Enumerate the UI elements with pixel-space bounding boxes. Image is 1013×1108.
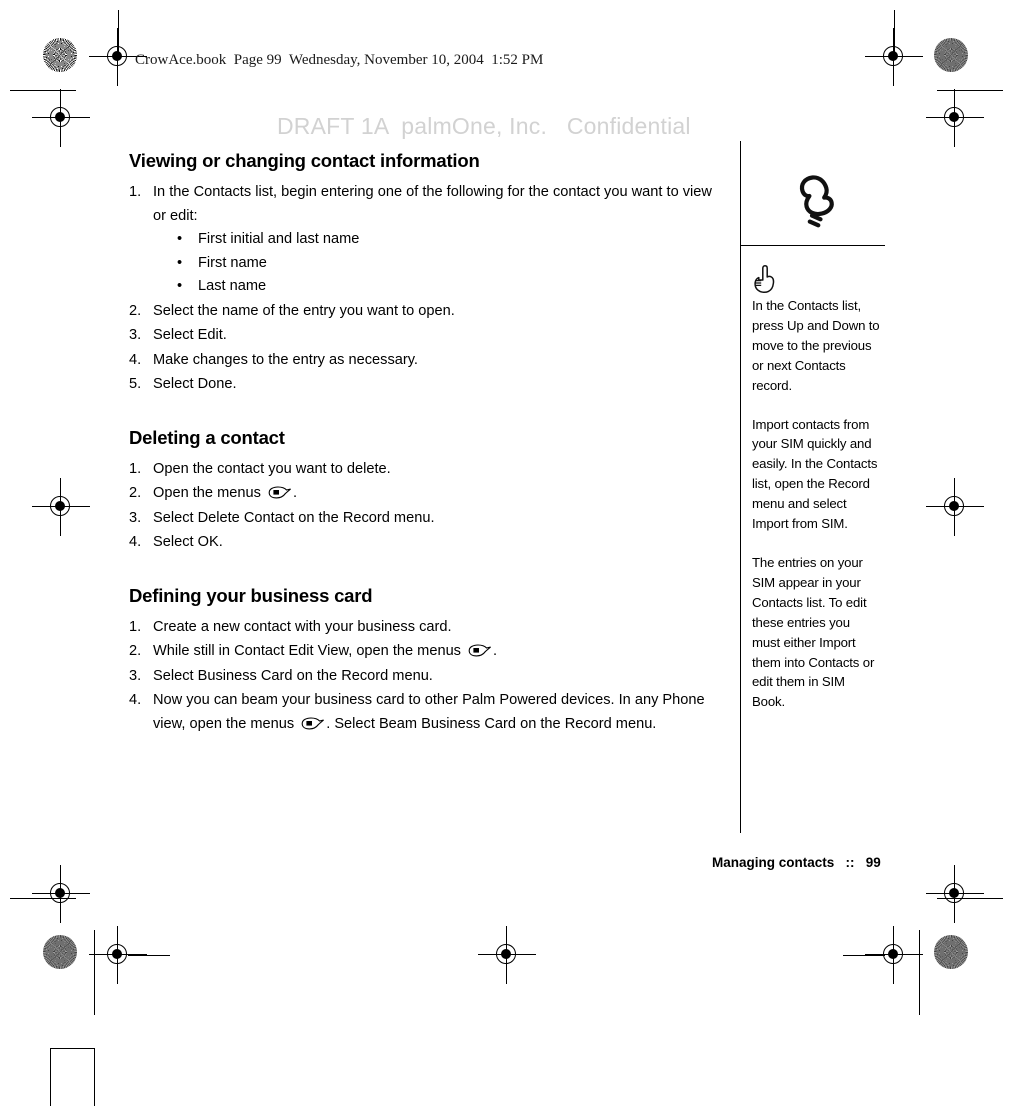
crop-line — [10, 90, 76, 91]
registration-mark — [32, 478, 90, 536]
bullet-text: First name — [198, 254, 267, 271]
pointing-hand-icon — [752, 264, 778, 299]
book-header-line: CrowAce.book Page 99 Wednesday, November… — [135, 52, 544, 68]
registration-mark — [32, 865, 90, 923]
main-content: Viewing or changing contact information … — [129, 150, 719, 737]
step-number: 3. — [129, 509, 142, 526]
crop-line — [894, 10, 895, 55]
list-item: • First initial and last name — [175, 228, 719, 252]
step-text-suffix: . — [493, 643, 498, 659]
menu-icon — [466, 643, 492, 658]
step-text: Select Business Card on the Record menu. — [153, 667, 433, 684]
crop-line — [937, 90, 1003, 91]
steps-list-business-card: 1. Create a new contact with your busines… — [129, 616, 719, 737]
registration-mark — [926, 865, 984, 923]
step-text: Select Edit. — [153, 327, 227, 343]
crop-line — [843, 955, 885, 956]
bullet-icon: • — [177, 254, 183, 271]
list-item: • Last name — [175, 275, 719, 299]
list-item: 5. Select Done. — [129, 373, 719, 397]
bullet-icon: • — [177, 278, 183, 294]
step-number: 2. — [129, 485, 142, 501]
registration-mark — [926, 478, 984, 536]
section-heading-deleting: Deleting a contact — [129, 426, 285, 448]
step-number: 3. — [129, 667, 142, 684]
radial-density-target — [43, 935, 77, 969]
list-item: 2. Select the name of the entry you want … — [129, 300, 719, 324]
draft-watermark: DRAFT 1A palmOne, Inc. Confidential — [277, 113, 691, 139]
menu-icon — [266, 485, 292, 500]
step-text: Select OK. — [153, 534, 223, 550]
list-item: 1. Create a new contact with your busines… — [129, 616, 719, 640]
step-text: Make changes to the entry as necessary. — [153, 351, 418, 368]
crop-line — [128, 955, 170, 956]
list-item: 4. Make changes to the entry as necessary… — [129, 349, 719, 373]
sidebar-divider-rule — [740, 245, 885, 246]
steps-list-viewing: 1. In the Contacts list, begin entering o… — [129, 181, 719, 397]
crop-line — [919, 930, 920, 1015]
step-number: 1. — [129, 184, 142, 200]
bullet-text: Last name — [198, 278, 267, 294]
crop-line — [118, 10, 119, 55]
bullet-icon: • — [177, 231, 183, 247]
list-item: 1. Open the contact you want to delete. — [129, 458, 719, 482]
page-footer: Managing contacts :: 99 — [712, 855, 881, 870]
phone-handset-icon — [790, 172, 846, 239]
step-number: 2. — [129, 643, 142, 659]
registration-mark — [32, 89, 90, 147]
step-number: 3. — [129, 327, 142, 343]
step-text: Create a new contact with your business … — [153, 618, 452, 635]
step-number: 4. — [129, 351, 142, 368]
step-number: 4. — [129, 692, 142, 708]
list-item: 3. Select Delete Contact on the Record me… — [129, 507, 719, 531]
crop-line — [94, 930, 95, 1015]
step-number: 5. — [129, 376, 142, 392]
list-item: 1. In the Contacts list, begin entering o… — [129, 181, 719, 299]
step-text-suffix: . Select Beam Business Card on the Recor… — [326, 715, 657, 732]
step-number: 1. — [129, 460, 142, 477]
step-text-suffix: . — [292, 485, 298, 501]
sidebar-tips: In the Contacts list, press Up and Down … — [752, 296, 880, 731]
step-text: In the Contacts list, begin entering one… — [153, 184, 712, 224]
registration-mark — [926, 89, 984, 147]
bullet-text: First initial and last name — [198, 231, 360, 247]
radial-density-target — [43, 38, 77, 72]
step-number: 4. — [129, 534, 142, 550]
step-text: Open the contact you want to delete. — [153, 460, 391, 477]
step-number: 1. — [129, 618, 142, 635]
list-item: 2. While still in Contact Edit View, open… — [129, 640, 719, 664]
sidebar-tip-3: The entries on your SIM appear in your C… — [752, 554, 875, 710]
crop-line — [10, 898, 76, 899]
section-heading-viewing: Viewing or changing contact information — [129, 150, 480, 171]
step-text: Select Delete Contact on the Record menu… — [153, 509, 435, 526]
list-item: 4. Select OK. — [129, 531, 719, 555]
sidebar-tip-1: In the Contacts list, press Up and Down … — [752, 298, 880, 393]
steps-list-deleting: 1. Open the contact you want to delete. 2… — [129, 458, 719, 555]
list-item: 3. Select Business Card on the Record men… — [129, 665, 719, 689]
list-item: 3. Select Edit. — [129, 324, 719, 348]
sidebar-tip-2: Import contacts from your SIM quickly an… — [752, 416, 878, 532]
step-text: Select the name of the entry you want to… — [153, 302, 455, 319]
menu-icon — [299, 716, 325, 731]
sub-bullet-list: • First initial and last name • First name… — [153, 228, 719, 299]
list-item: • First name — [175, 252, 719, 276]
step-text: Open the menus — [153, 485, 265, 501]
section-heading-business-card: Defining your business card — [129, 584, 373, 606]
step-number: 2. — [129, 302, 142, 319]
step-text: Select Done. — [153, 376, 237, 392]
registration-mark — [478, 926, 536, 984]
radial-density-target — [934, 38, 968, 72]
radial-density-target — [934, 935, 968, 969]
step-text: While still in Contact Edit View, open t… — [153, 643, 466, 659]
list-item: 2. Open the menus . — [129, 482, 719, 506]
color-bar-placeholder — [50, 1048, 95, 1106]
list-item: 4. Now you can beam your business card to… — [129, 689, 719, 736]
crop-line — [937, 898, 1003, 899]
